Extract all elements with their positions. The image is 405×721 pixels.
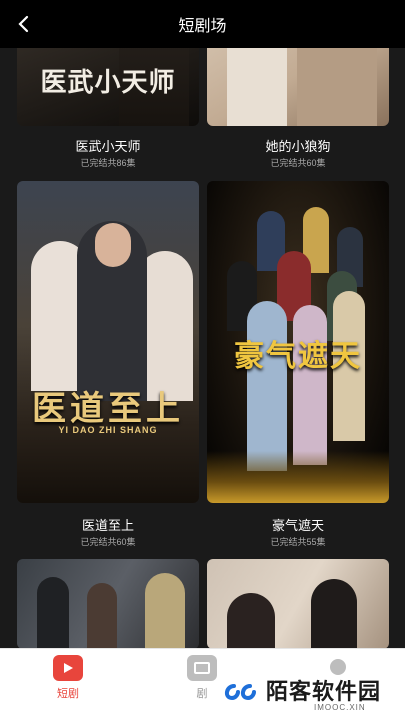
drama-title: 医武小天师 xyxy=(75,139,141,154)
drama-poster[interactable]: 医道至上 YI DAO ZHI SHANG xyxy=(17,181,199,503)
drama-status: 已完结共55集 xyxy=(270,537,326,547)
tab-label: 短剧 xyxy=(57,688,79,700)
top-bar: 短剧场 xyxy=(0,0,405,48)
drama-poster[interactable] xyxy=(207,559,389,648)
drama-status: 已完结共60集 xyxy=(270,158,326,168)
poster-title-text: 豪气遮天 xyxy=(234,339,362,374)
drama-poster[interactable] xyxy=(207,48,389,126)
poster-title-text: 医武小天师 xyxy=(40,68,176,98)
drama-title: 她的小狼狗 xyxy=(265,139,331,154)
play-icon xyxy=(53,655,83,681)
drama-title: 医道至上 xyxy=(81,518,134,533)
drama-grid[interactable]: 医武小天师 医武小天师 已完结共86集 她的小狼狗 已完结共60集 医道至上 Y… xyxy=(0,48,405,648)
tab-short-drama[interactable]: 短剧 xyxy=(38,655,98,713)
drama-title: 豪气遮天 xyxy=(271,518,324,533)
page-title: 短剧场 xyxy=(178,18,227,35)
watermark-sub: IMOOC.XIN xyxy=(314,703,366,712)
drama-poster[interactable]: 医武小天师 xyxy=(17,48,199,126)
drama-poster[interactable]: 豪气遮天 xyxy=(207,181,389,503)
back-arrow-icon[interactable] xyxy=(14,12,34,36)
poster-title-text: 医道至上 xyxy=(32,389,184,429)
tab-label: 剧 xyxy=(196,688,208,700)
drama-status: 已完结共60集 xyxy=(80,537,136,547)
poster-subtitle-text: YI DAO ZHI SHANG xyxy=(58,425,158,435)
watermark: 陌客软件园 IMOOC.XIN xyxy=(214,670,404,718)
watermark-name: 陌客软件园 xyxy=(266,679,382,704)
watermark-logo-icon xyxy=(220,680,260,704)
tv-icon xyxy=(187,655,217,681)
drama-poster[interactable] xyxy=(17,559,199,648)
drama-status: 已完结共86集 xyxy=(80,158,136,168)
